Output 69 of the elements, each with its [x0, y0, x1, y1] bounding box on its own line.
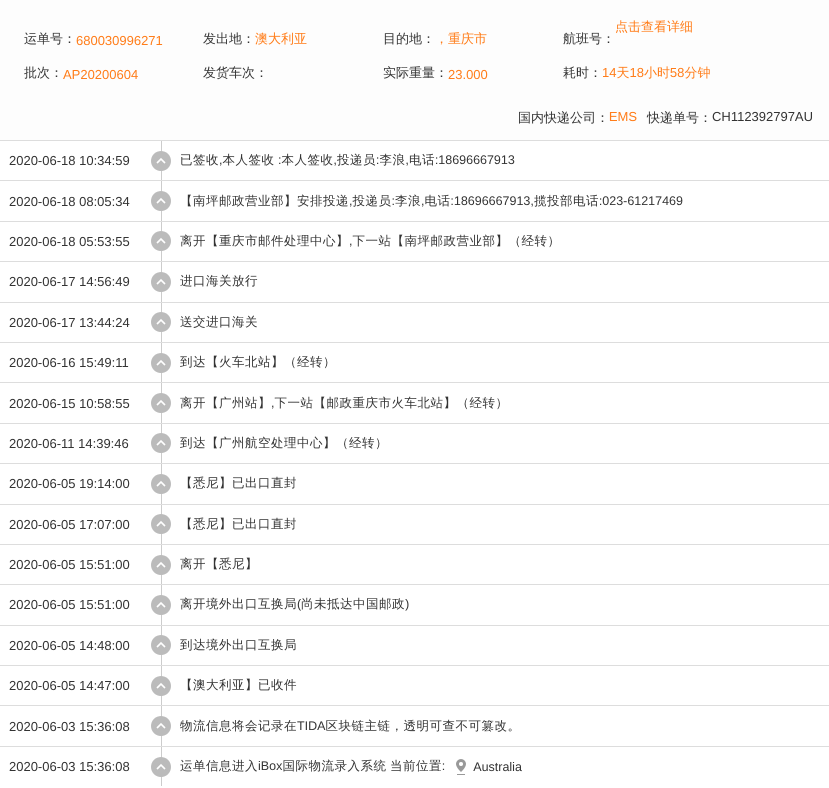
- event-time: 2020-06-05 17:07:00: [8, 516, 131, 532]
- event-time: 2020-06-05 14:47:00: [8, 678, 131, 694]
- field-label: 耗时：: [563, 64, 602, 82]
- field-label: 发出地：: [203, 30, 255, 48]
- field-label: 发货车次：: [203, 64, 268, 82]
- field-label: 快递单号：: [647, 109, 712, 127]
- chevron-up-icon: [151, 433, 171, 454]
- event-text: 【悉尼】已出口直封: [180, 475, 297, 492]
- field-value: 14天18小时58分钟: [602, 64, 710, 82]
- chevron-up-icon: [151, 272, 171, 292]
- chevron-up-icon: [151, 352, 171, 373]
- field-value: ，重庆市: [435, 30, 487, 48]
- event-text: 送交进口海关: [180, 314, 258, 331]
- field-value: 680030996271: [76, 33, 163, 48]
- event-text: 运单信息进入iBox国际物流录入系统 当前位置:: [180, 758, 446, 776]
- event-text: 物流信息将会记录在TIDA区块链主链，透明可查不可篡改。: [180, 718, 520, 735]
- field-label: 运单号：: [24, 30, 76, 48]
- event-text: 进口海关放行: [180, 273, 258, 290]
- chevron-up-icon: [151, 312, 171, 332]
- event-time: 2020-06-05 15:51:00: [8, 557, 131, 572]
- field-value: CH112392797AU: [712, 109, 813, 126]
- field-label: 实际重量：: [383, 64, 448, 82]
- chevron-up-icon: [151, 756, 171, 777]
- chevron-up-icon: [151, 191, 171, 212]
- event-time: 2020-06-03 15:36:08: [8, 759, 131, 774]
- chevron-up-icon: [151, 635, 171, 656]
- event-text: 离开【重庆市邮件处理中心】,下一站【南坪邮政营业部】（经转）: [180, 232, 560, 250]
- event-time: 2020-06-05 19:14:00: [8, 476, 131, 492]
- event-time: 2020-06-17 13:44:24: [8, 314, 131, 330]
- chevron-up-icon: [151, 554, 171, 575]
- event-time: 2020-06-11 14:39:46: [8, 436, 130, 451]
- chevron-up-icon: [151, 676, 171, 696]
- event-text: 离开【广州站】,下一站【邮政重庆市火车北站】（经转）: [180, 394, 508, 412]
- event-location: Australia: [473, 760, 522, 774]
- event-time: 2020-06-16 15:49:11: [8, 355, 130, 370]
- event-text: 到达【火车北站】（经转）: [180, 354, 336, 372]
- event-time: 2020-06-18 08:05:34: [8, 194, 131, 209]
- chevron-up-icon: [151, 150, 171, 171]
- event-time: 2020-06-15 10:58:55: [8, 396, 131, 411]
- event-text: 【悉尼】已出口直封: [180, 516, 297, 533]
- chevron-up-icon: [151, 474, 171, 494]
- chevron-up-icon: [151, 231, 171, 252]
- event-time: 2020-06-18 10:34:59: [8, 153, 131, 168]
- event-time: 2020-06-05 15:51:00: [8, 597, 131, 612]
- event-time: 2020-06-17 14:56:49: [8, 274, 131, 290]
- event-time: 2020-06-05 14:48:00: [8, 638, 131, 653]
- event-text: 【澳大利亚】已收件: [180, 677, 297, 694]
- location-pin-icon: [455, 758, 468, 776]
- field-value: AP20200604: [63, 67, 138, 82]
- field-value: EMS: [608, 109, 638, 126]
- event-text: 到达境外出口互换局: [180, 636, 297, 654]
- details-link[interactable]: 点击查看详细: [615, 18, 693, 36]
- field-value: 澳大利亚: [255, 30, 307, 48]
- chevron-up-icon: [151, 716, 171, 736]
- event-time: 2020-06-18 05:53:55: [8, 234, 131, 249]
- event-time: 2020-06-03 15:36:08: [8, 718, 131, 734]
- chevron-up-icon: [151, 393, 171, 414]
- event-text: 离开【悉尼】: [180, 556, 258, 574]
- field-label: 航班号：: [563, 30, 615, 48]
- chevron-up-icon: [151, 514, 171, 534]
- field-label: 批次：: [24, 64, 63, 82]
- chevron-up-icon: [151, 594, 171, 615]
- event-text: 已签收,本人签收 :本人签收,投递员:李浪,电话:18696667913: [180, 152, 515, 170]
- field-value: 23.000: [448, 67, 488, 82]
- event-text: 离开境外出口互换局(尚未抵达中国邮政): [180, 596, 410, 614]
- field-label: 目的地：: [383, 30, 435, 48]
- event-text: 【南坪邮政营业部】安排投递,投递员:李浪,电话:18696667913,揽投部电话:023-61217469: [180, 192, 683, 210]
- event-text: 到达【广州航空处理中心】（经转）: [180, 434, 388, 452]
- field-label: 国内快递公司：: [518, 109, 609, 127]
